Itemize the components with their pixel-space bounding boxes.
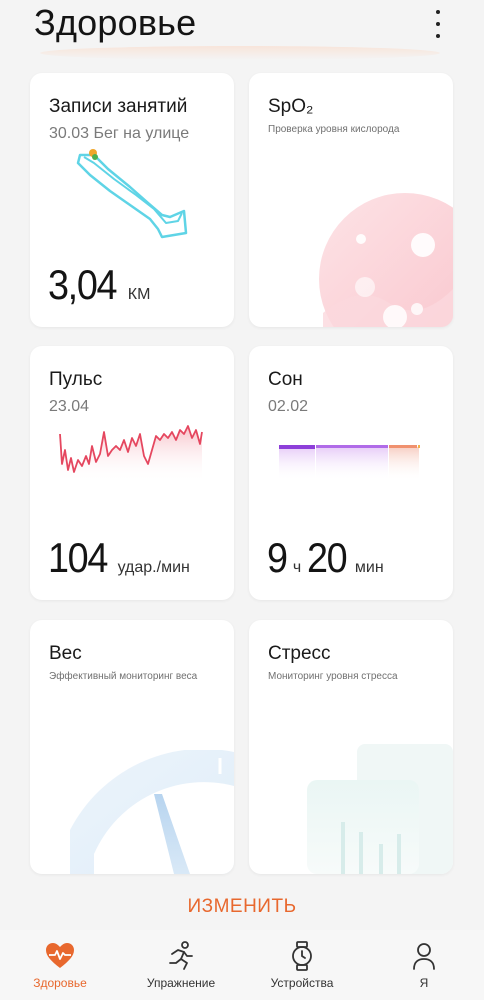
pulse-chart — [59, 425, 203, 482]
sleep-hours: 9 — [267, 534, 288, 581]
weight-gauge-illustration — [70, 750, 234, 874]
bottom-tab-bar: Здоровье Упражнение Устройства Я — [0, 930, 484, 1000]
more-vert-icon[interactable] — [424, 8, 452, 40]
card-subtitle: 30.03 Бег на улице — [49, 125, 190, 142]
sleep-duration: 9 ч 20 мин — [267, 534, 384, 582]
tab-label: Я — [419, 976, 429, 990]
card-activity-records[interactable]: Записи занятий 30.03 Бег на улице 3,04 К… — [30, 73, 234, 327]
tab-exercise[interactable]: Упражнение — [126, 940, 236, 990]
running-icon — [169, 941, 193, 970]
route-map-icon — [76, 149, 188, 239]
activity-value: 3,04 — [48, 261, 118, 308]
card-title: Вес — [49, 643, 82, 664]
card-title: Стресс — [268, 643, 331, 664]
card-title: Записи занятий — [49, 96, 188, 117]
card-stress[interactable]: Стресс Мониторинг уровня стресса — [249, 620, 453, 874]
heart-icon — [46, 943, 74, 968]
tab-label: Устройства — [270, 976, 334, 990]
card-subtitle: Эффективный мониторинг веса — [49, 671, 198, 682]
card-title: SpO₂ — [268, 96, 314, 117]
card-title: Сон — [268, 369, 303, 390]
pulse-value: 104 — [48, 534, 108, 581]
tab-me[interactable]: Я — [369, 940, 479, 990]
tab-label: Упражнение — [146, 976, 216, 990]
card-sleep[interactable]: Сон 02.02 9 ч 20 мин — [249, 346, 453, 600]
card-subtitle: 23.04 — [49, 398, 90, 415]
sleep-hours-unit: ч — [292, 559, 302, 576]
sleep-minutes: 20 — [307, 534, 348, 581]
header: Здоровье — [0, 0, 484, 60]
card-weight[interactable]: Вес Эффективный мониторинг веса — [30, 620, 234, 874]
page-title: Здоровье — [34, 2, 197, 43]
pulse-rate: 104 удар./мин — [48, 534, 190, 582]
edit-cards-button[interactable]: ИЗМЕНИТЬ — [0, 896, 484, 918]
stress-chart-illustration — [307, 744, 453, 874]
tab-label: Здоровье — [33, 976, 87, 990]
person-icon — [413, 943, 435, 970]
spo2-bubble-illustration — [319, 193, 453, 327]
tab-devices[interactable]: Устройства — [247, 940, 357, 990]
activity-distance: 3,04 КМ — [48, 261, 150, 309]
card-subtitle: Мониторинг уровня стресса — [268, 671, 398, 682]
card-spo2[interactable]: SpO₂ Проверка уровня кислорода — [249, 73, 453, 327]
card-title: Пульс — [49, 369, 103, 390]
card-subtitle: 02.02 — [268, 398, 309, 415]
header-glow — [40, 46, 440, 60]
sleep-chart — [279, 444, 420, 484]
pulse-unit: удар./мин — [117, 559, 190, 576]
tab-health[interactable]: Здоровье — [5, 940, 115, 990]
card-pulse[interactable]: Пульс 23.04 104 удар./мин — [30, 346, 234, 600]
watch-icon — [292, 941, 312, 971]
sleep-minutes-unit: мин — [354, 559, 384, 576]
activity-unit: КМ — [127, 286, 151, 303]
card-subtitle: Проверка уровня кислорода — [268, 124, 400, 135]
